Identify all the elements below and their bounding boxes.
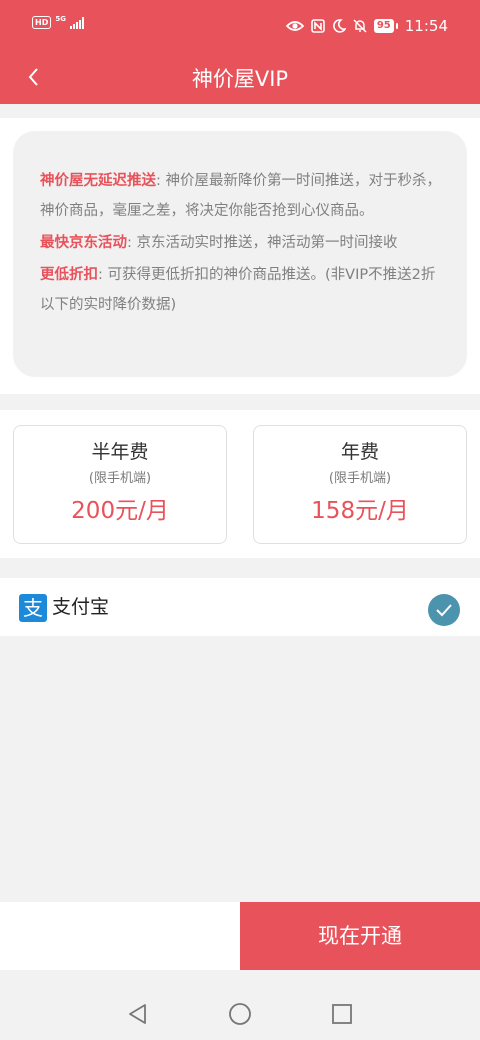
benefit-item: 更低折扣: 可获得更低折扣的神价商品推送。(非VIP不推送2折以下的实时降价数据… — [40, 260, 441, 320]
system-nav-bar — [0, 988, 480, 1040]
network-type: 5G — [55, 14, 66, 23]
benefit-title: 神价屋无延迟推送 — [40, 173, 156, 189]
moon-icon — [332, 19, 346, 33]
plan-annual[interactable]: 年费 (限手机端) 158元/月 — [253, 425, 467, 544]
status-bar: HD 5G 95 11:54 — [0, 0, 480, 50]
alipay-icon: 支 — [19, 594, 47, 622]
back-triangle-icon[interactable] — [126, 1002, 150, 1026]
nav-bar: 神价屋VIP — [0, 50, 480, 104]
payment-method-alipay[interactable]: 支 支付宝 — [0, 578, 480, 636]
benefit-title: 最快京东活动 — [40, 235, 127, 251]
plan-price: 158元/月 — [311, 498, 409, 524]
check-icon[interactable] — [428, 594, 460, 626]
payment-label: 支付宝 — [52, 596, 110, 618]
vip-info-section: 神价屋无延迟推送: 神价屋最新降价第一时间推送，对于秒杀，神价商品，毫厘之差，将… — [0, 118, 480, 394]
plan-half-year[interactable]: 半年费 (限手机端) 200元/月 — [13, 425, 227, 544]
open-now-button[interactable]: 现在开通 — [240, 902, 480, 970]
plan-price: 200元/月 — [71, 498, 169, 524]
vip-benefits-card: 神价屋无延迟推送: 神价屋最新降价第一时间推送，对于秒杀，神价商品，毫厘之差，将… — [13, 131, 467, 377]
recents-square-icon[interactable] — [330, 1002, 354, 1026]
hd-badge: HD — [32, 16, 52, 29]
benefit-title: 更低折扣 — [40, 267, 98, 283]
page-title: 神价屋VIP — [191, 67, 289, 91]
status-time: 11:54 — [404, 17, 448, 35]
signal-icon — [69, 16, 84, 29]
bottom-action-bar: 现在开通 — [0, 902, 480, 970]
benefit-text: : 可获得更低折扣的神价商品推送。(非VIP不推送2折以下的实时降价数据) — [40, 267, 436, 313]
nfc-icon — [311, 19, 325, 33]
home-circle-icon[interactable] — [228, 1002, 252, 1026]
plans-section: 半年费 (限手机端) 200元/月 年费 (限手机端) 158元/月 — [0, 410, 480, 558]
battery-icon: 95 — [373, 19, 398, 33]
mute-bell-icon — [353, 19, 367, 33]
benefit-item: 神价屋无延迟推送: 神价屋最新降价第一时间推送，对于秒杀，神价商品，毫厘之差，将… — [40, 166, 441, 226]
plan-name: 半年费 — [91, 441, 149, 463]
eye-icon — [285, 19, 304, 33]
benefit-item: 最快京东活动: 京东活动实时推送，神活动第一时间接收 — [40, 228, 441, 258]
benefit-text: : 京东活动实时推送，神活动第一时间接收 — [127, 235, 398, 251]
plan-name: 年费 — [340, 441, 379, 463]
plan-note: (限手机端) — [328, 471, 392, 486]
plan-note: (限手机端) — [88, 471, 152, 486]
